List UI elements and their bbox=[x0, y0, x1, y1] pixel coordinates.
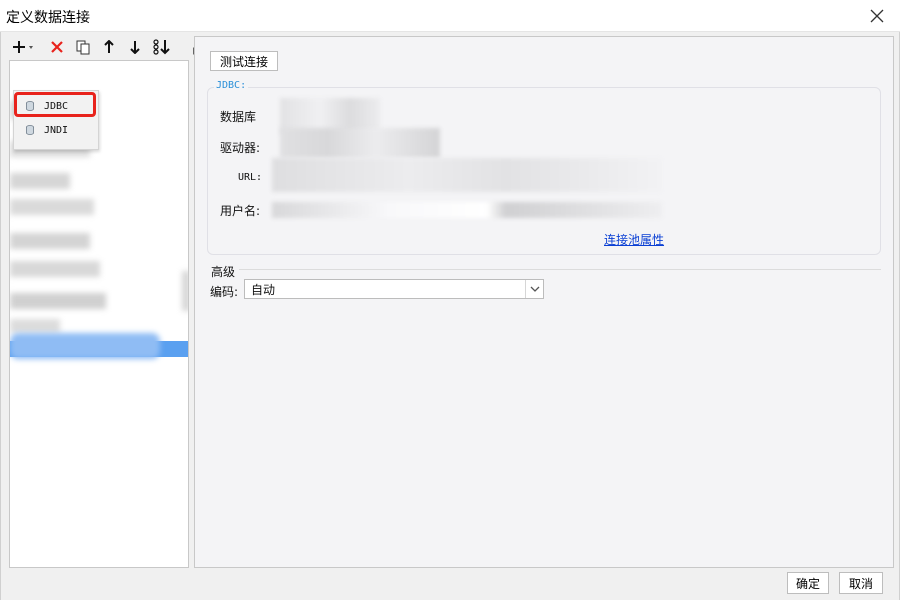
title-bar: 定义数据连接 bbox=[0, 0, 900, 32]
driver-label: 驱动器: bbox=[220, 141, 261, 155]
copy-button[interactable] bbox=[73, 38, 93, 56]
chevron-down-icon bbox=[530, 286, 539, 292]
section-divider bbox=[239, 269, 881, 270]
window-title: 定义数据连接 bbox=[6, 10, 90, 26]
list-toolbar bbox=[7, 36, 193, 58]
move-down-button[interactable] bbox=[125, 38, 145, 56]
url-value[interactable] bbox=[272, 158, 662, 192]
pool-properties-link[interactable]: 连接池属性 bbox=[604, 231, 664, 248]
username-label: 用户名: bbox=[220, 204, 261, 218]
add-button[interactable] bbox=[11, 38, 37, 56]
plus-icon bbox=[13, 41, 33, 53]
delete-icon bbox=[51, 41, 63, 53]
blurred-item bbox=[10, 199, 94, 215]
encoding-label: 编码: bbox=[210, 285, 239, 299]
select-arrow[interactable] bbox=[525, 280, 543, 298]
encoding-select[interactable]: 自动 bbox=[244, 279, 544, 299]
url-label: URL: bbox=[238, 172, 263, 183]
sort-icon bbox=[153, 39, 170, 55]
encoding-value: 自动 bbox=[251, 282, 276, 297]
arrow-up-icon bbox=[104, 40, 114, 53]
dialog-body: JDBC JNDI 测试连接 JDBC: 数据库 驱动器: URL: 用户名: … bbox=[0, 32, 900, 600]
arrow-down-icon bbox=[130, 41, 140, 54]
connection-settings-panel: 测试连接 JDBC: 数据库 驱动器: URL: 用户名: 连接池属性 高级 编… bbox=[194, 36, 894, 568]
cancel-button[interactable]: 取消 bbox=[839, 572, 883, 594]
menu-item-label: JNDI bbox=[44, 124, 69, 136]
username-value[interactable] bbox=[272, 202, 662, 218]
blurred-item bbox=[10, 319, 60, 333]
jdbc-group: JDBC: 数据库 驱动器: URL: 用户名: 连接池属性 bbox=[207, 80, 881, 255]
menu-item-jndi[interactable]: JNDI bbox=[14, 119, 98, 141]
delete-button[interactable] bbox=[47, 38, 67, 56]
copy-icon bbox=[76, 40, 90, 55]
test-connection-button[interactable]: 测试连接 bbox=[210, 51, 278, 71]
advanced-section-title: 高级 bbox=[211, 265, 236, 279]
blurred-item bbox=[182, 271, 188, 311]
database-icon bbox=[26, 125, 34, 135]
group-title: JDBC: bbox=[214, 80, 249, 91]
highlight-annotation bbox=[14, 92, 96, 117]
ok-button[interactable]: 确定 bbox=[787, 572, 829, 594]
move-up-button[interactable] bbox=[99, 38, 119, 56]
close-button[interactable] bbox=[854, 0, 900, 32]
close-icon bbox=[870, 9, 884, 23]
blurred-item bbox=[10, 173, 70, 189]
blurred-selected-label bbox=[10, 333, 160, 359]
blurred-item bbox=[10, 233, 90, 249]
database-label: 数据库 bbox=[220, 110, 257, 124]
blurred-item bbox=[10, 293, 106, 309]
sort-button[interactable] bbox=[151, 38, 173, 56]
driver-value[interactable] bbox=[280, 128, 440, 158]
blurred-item bbox=[10, 261, 100, 277]
